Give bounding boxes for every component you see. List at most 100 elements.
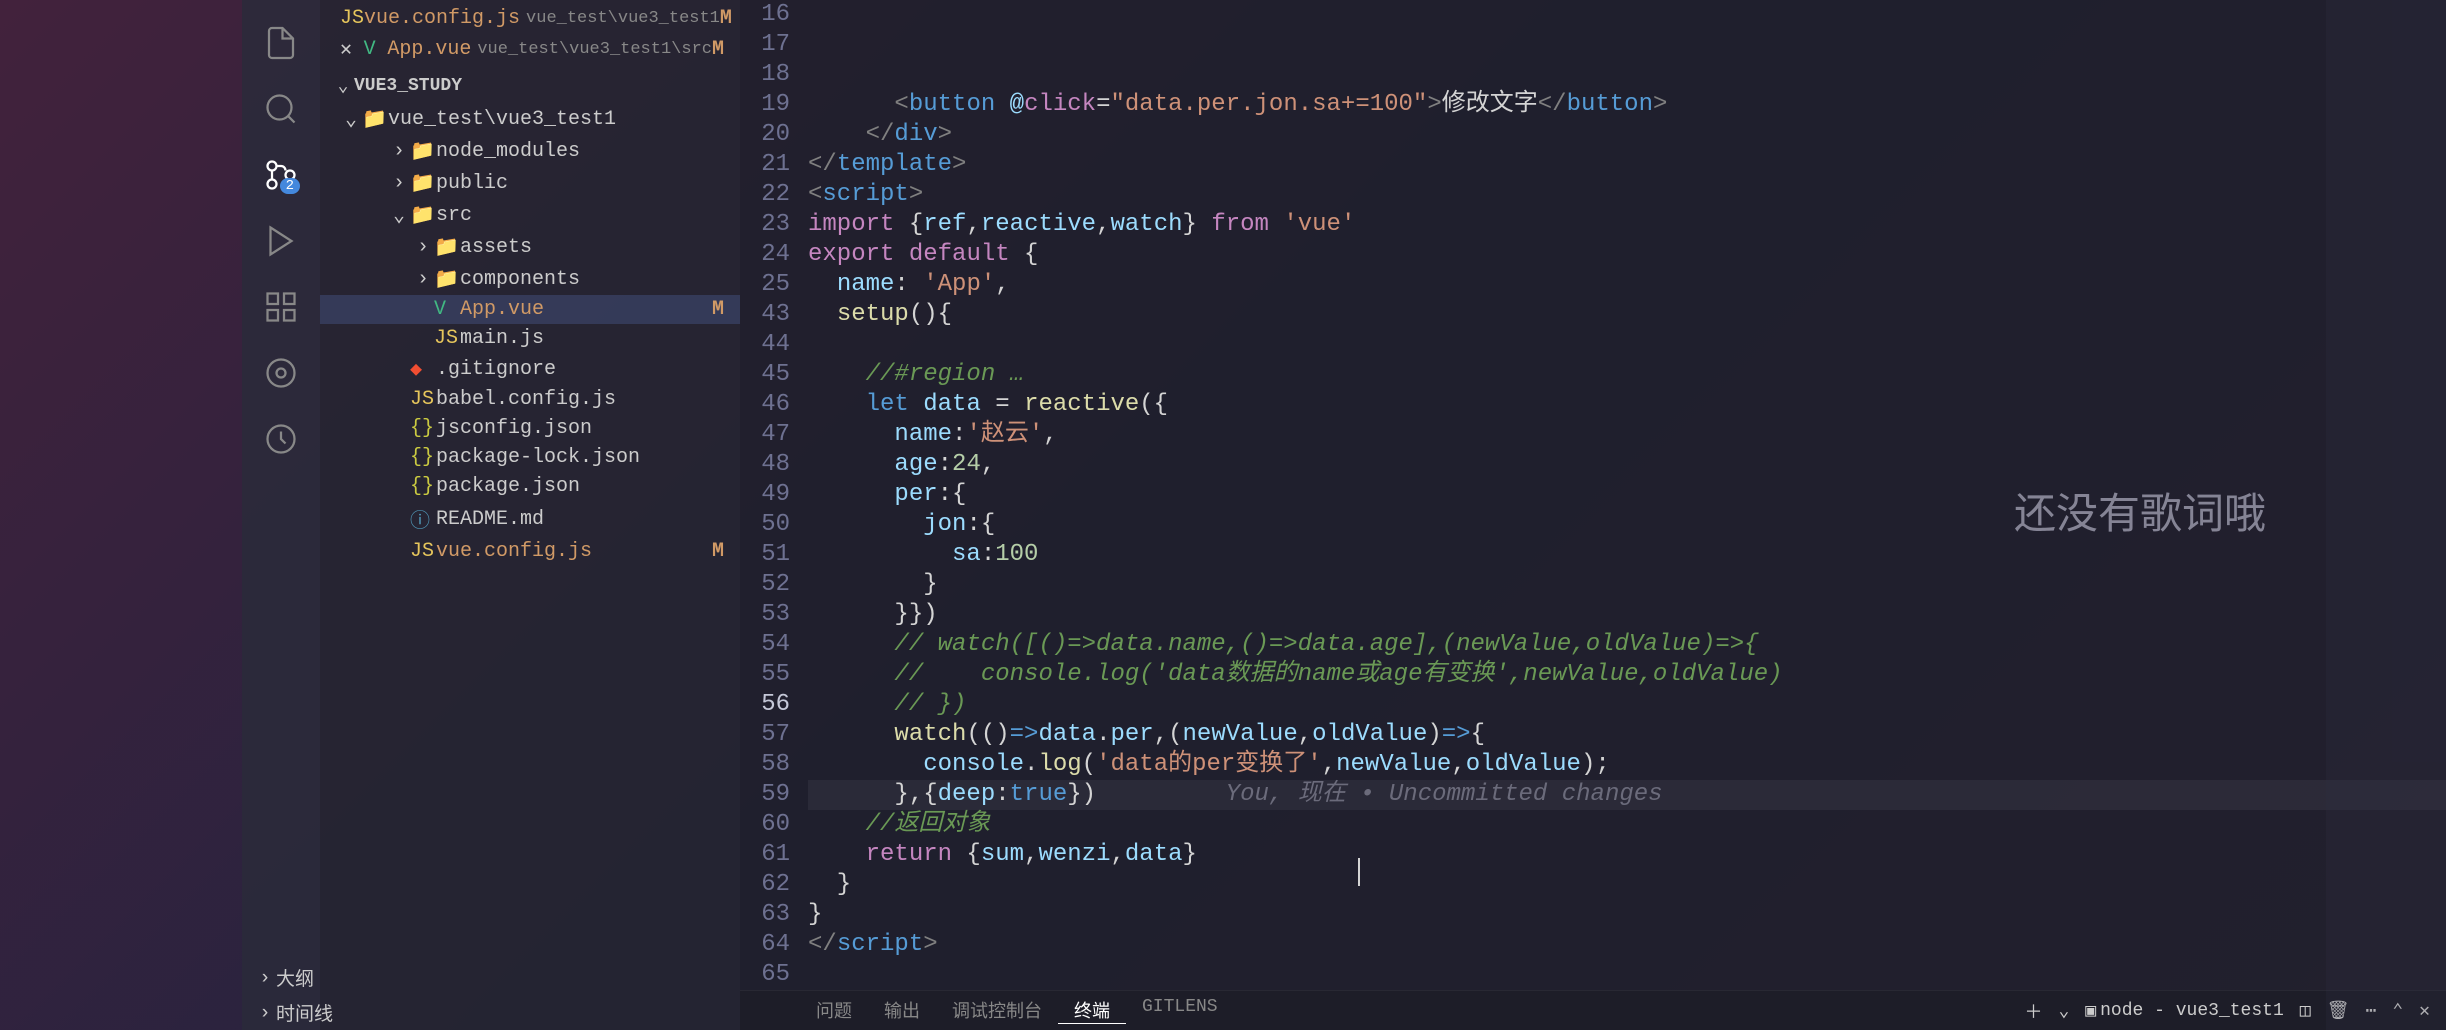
- line-number: 48: [740, 450, 790, 480]
- lyric-overlay: 还没有歌词哦: [2014, 480, 2266, 541]
- json-icon: {}: [410, 446, 436, 469]
- tree-item[interactable]: JSmain.js: [320, 324, 740, 353]
- status-indicator: M: [712, 540, 736, 563]
- code-line[interactable]: name: 'App',: [808, 270, 2446, 300]
- folder-path-row[interactable]: ⌄ 📁 vue_test\vue3_test1: [320, 103, 740, 135]
- terminal-name[interactable]: ▣ node - vue3_test1: [2085, 1000, 2283, 1022]
- debug-icon[interactable]: [260, 220, 302, 262]
- tree-item[interactable]: ›📁public: [320, 167, 740, 199]
- extensions-icon[interactable]: [260, 286, 302, 328]
- file-name: package.json: [436, 475, 736, 498]
- vue-icon: V: [434, 298, 460, 321]
- open-editor-item[interactable]: JSvue.config.jsvue_test\vue3_test1M: [320, 4, 740, 33]
- tree-item[interactable]: JSbabel.config.js: [320, 385, 740, 414]
- code-line[interactable]: age:24,: [808, 450, 2446, 480]
- terminal-dropdown[interactable]: ⌄: [2058, 1000, 2069, 1022]
- code-line[interactable]: // watch([()=>data.name,()=>data.age],(n…: [808, 630, 2446, 660]
- code-line[interactable]: sa:100: [808, 540, 2446, 570]
- panel-tab[interactable]: 终端: [1058, 997, 1126, 1024]
- scm-icon[interactable]: 2: [260, 154, 302, 196]
- js-icon: JS: [410, 388, 436, 411]
- line-number: 56: [740, 690, 790, 720]
- code-line[interactable]: }: [808, 870, 2446, 900]
- close-icon[interactable]: ✕: [340, 36, 364, 62]
- folder-path-label: vue_test\vue3_test1: [388, 108, 736, 131]
- new-terminal-button[interactable]: ＋: [2024, 998, 2042, 1024]
- line-number: 64: [740, 930, 790, 960]
- tree-item[interactable]: JSvue.config.jsM: [320, 537, 740, 566]
- timeline-icon[interactable]: [260, 418, 302, 460]
- code-line[interactable]: console.log('data的per变换了',newValue,oldVa…: [808, 750, 2446, 780]
- open-editor-item[interactable]: ✕VApp.vuevue_test\vue3_test1\srcM: [320, 33, 740, 65]
- file-name: jsconfig.json: [436, 417, 736, 440]
- code-line[interactable]: }: [808, 900, 2446, 930]
- split-terminal-icon[interactable]: ◫: [2300, 1000, 2311, 1022]
- panel-tab[interactable]: 输出: [868, 997, 936, 1024]
- tree-item[interactable]: ◆.gitignore: [320, 353, 740, 385]
- code-line[interactable]: <button @click="data.per.jon.sa+=100">修改…: [808, 90, 2446, 120]
- code-line[interactable]: [808, 330, 2446, 360]
- gitlens-icon[interactable]: [260, 352, 302, 394]
- code-line[interactable]: import {ref,reactive,watch} from 'vue': [808, 210, 2446, 240]
- panel-tab[interactable]: 问题: [800, 997, 868, 1024]
- status-indicator: M: [720, 7, 740, 30]
- folder-icon: 📁: [410, 202, 436, 228]
- code-line[interactable]: }: [808, 570, 2446, 600]
- code-line[interactable]: setup(){: [808, 300, 2446, 330]
- line-number: 49: [740, 480, 790, 510]
- tree-item[interactable]: ›📁assets: [320, 231, 740, 263]
- code-line[interactable]: return {sum,wenzi,data}: [808, 840, 2446, 870]
- tree-item[interactable]: {}jsconfig.json: [320, 414, 740, 443]
- panel-tab[interactable]: 调试控制台: [936, 997, 1058, 1024]
- code-line[interactable]: </template>: [808, 150, 2446, 180]
- bottom-panel: 问题输出调试控制台终端GITLENS ＋ ⌄ ▣ node - vue3_tes…: [740, 990, 2446, 1030]
- search-icon[interactable]: [260, 88, 302, 130]
- minimap[interactable]: [2326, 0, 2446, 990]
- file-name: assets: [460, 236, 736, 259]
- tree-item[interactable]: ⌄📁src: [320, 199, 740, 231]
- tree-item[interactable]: VApp.vueM: [320, 295, 740, 324]
- line-number: 19: [740, 90, 790, 120]
- code-line[interactable]: // console.log('data数据的name或age有变换',newV…: [808, 660, 2446, 690]
- tree-item[interactable]: {}package.json: [320, 472, 740, 501]
- explorer-icon[interactable]: [260, 22, 302, 64]
- md-icon: ⓘ: [410, 504, 436, 534]
- line-number: 57: [740, 720, 790, 750]
- chevron-right-icon: ›: [412, 236, 434, 259]
- code-line[interactable]: let data = reactive({: [808, 390, 2446, 420]
- line-number: 50: [740, 510, 790, 540]
- code-line[interactable]: // }): [808, 690, 2446, 720]
- chevron-right-icon: ›: [388, 140, 410, 163]
- code-line[interactable]: name:'赵云',: [808, 420, 2446, 450]
- code-line[interactable]: <script>: [808, 180, 2446, 210]
- line-number: 62: [740, 870, 790, 900]
- tree-item[interactable]: ›📁node_modules: [320, 135, 740, 167]
- timeline-header[interactable]: › 时间线: [320, 995, 740, 1030]
- js-icon: JS: [434, 327, 460, 350]
- code-line[interactable]: }}): [808, 600, 2446, 630]
- project-root[interactable]: ⌄ VUE3_STUDY: [320, 69, 740, 103]
- code-line[interactable]: [808, 960, 2446, 990]
- line-number: 61: [740, 840, 790, 870]
- folder-icon: 📁: [410, 170, 436, 196]
- chevron-right-icon: ›: [388, 172, 410, 195]
- line-number: 51: [740, 540, 790, 570]
- code-line[interactable]: watch(()=>data.per,(newValue,oldValue)=>…: [808, 720, 2446, 750]
- code-line[interactable]: },{deep:true}) You, 现在 • Uncommitted cha…: [808, 780, 2446, 810]
- tree-item[interactable]: {}package-lock.json: [320, 443, 740, 472]
- tree-item[interactable]: ⓘREADME.md: [320, 501, 740, 537]
- code-line[interactable]: //#region …: [808, 360, 2446, 390]
- line-number: 44: [740, 330, 790, 360]
- folder-icon: 📁: [410, 138, 436, 164]
- code-line[interactable]: </script>: [808, 930, 2446, 960]
- code-line[interactable]: export default {: [808, 240, 2446, 270]
- line-number: 20: [740, 120, 790, 150]
- code-line[interactable]: </div>: [808, 120, 2446, 150]
- panel-tab[interactable]: GITLENS: [1126, 997, 1234, 1024]
- tree-item[interactable]: ›📁components: [320, 263, 740, 295]
- js-icon: JS: [410, 540, 436, 563]
- file-name: .gitignore: [436, 358, 736, 381]
- code-line[interactable]: //返回对象: [808, 810, 2446, 840]
- line-number: 63: [740, 900, 790, 930]
- outline-header[interactable]: › 大纲: [320, 960, 740, 995]
